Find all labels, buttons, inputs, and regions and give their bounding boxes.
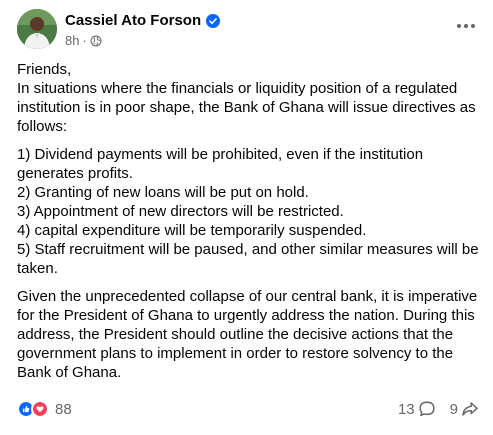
avatar-image bbox=[17, 9, 57, 49]
reactions-summary[interactable]: 88 bbox=[17, 400, 72, 418]
reaction-count: 88 bbox=[55, 400, 72, 418]
facebook-post: Cassiel Ato Forson 8h · Friends, In situ… bbox=[0, 0, 493, 435]
comment-icon bbox=[419, 401, 435, 417]
meta-separator: · bbox=[82, 33, 87, 48]
author-name[interactable]: Cassiel Ato Forson bbox=[65, 12, 201, 29]
more-options-icon[interactable] bbox=[455, 19, 477, 33]
post-body: Friends, In situations where the financi… bbox=[17, 60, 487, 382]
post-timestamp[interactable]: 8h bbox=[65, 33, 79, 48]
author-info: Cassiel Ato Forson 8h · bbox=[65, 12, 221, 48]
verified-badge-icon bbox=[206, 13, 221, 28]
author-avatar[interactable] bbox=[17, 9, 57, 49]
globe-icon[interactable] bbox=[90, 35, 102, 47]
post-paragraph-conclusion: Given the unprecedented collapse of our … bbox=[17, 288, 478, 381]
comment-count: 13 bbox=[397, 400, 415, 418]
shares-link[interactable]: 9 bbox=[450, 400, 479, 418]
post-meta: 8h · bbox=[65, 33, 220, 48]
love-reaction-icon bbox=[31, 400, 49, 418]
post-footer: 88 13 9 bbox=[17, 400, 479, 422]
post-paragraph-list: 1) Dividend payments will be prohibited,… bbox=[17, 146, 479, 277]
post-header: Cassiel Ato Forson 8h · bbox=[17, 9, 479, 55]
post-paragraph-intro: Friends, In situations where the financi… bbox=[17, 61, 476, 135]
engagement-stats: 13 9 bbox=[398, 400, 479, 418]
share-icon bbox=[462, 402, 478, 416]
share-count: 9 bbox=[449, 400, 458, 418]
comments-link[interactable]: 13 bbox=[398, 400, 436, 418]
